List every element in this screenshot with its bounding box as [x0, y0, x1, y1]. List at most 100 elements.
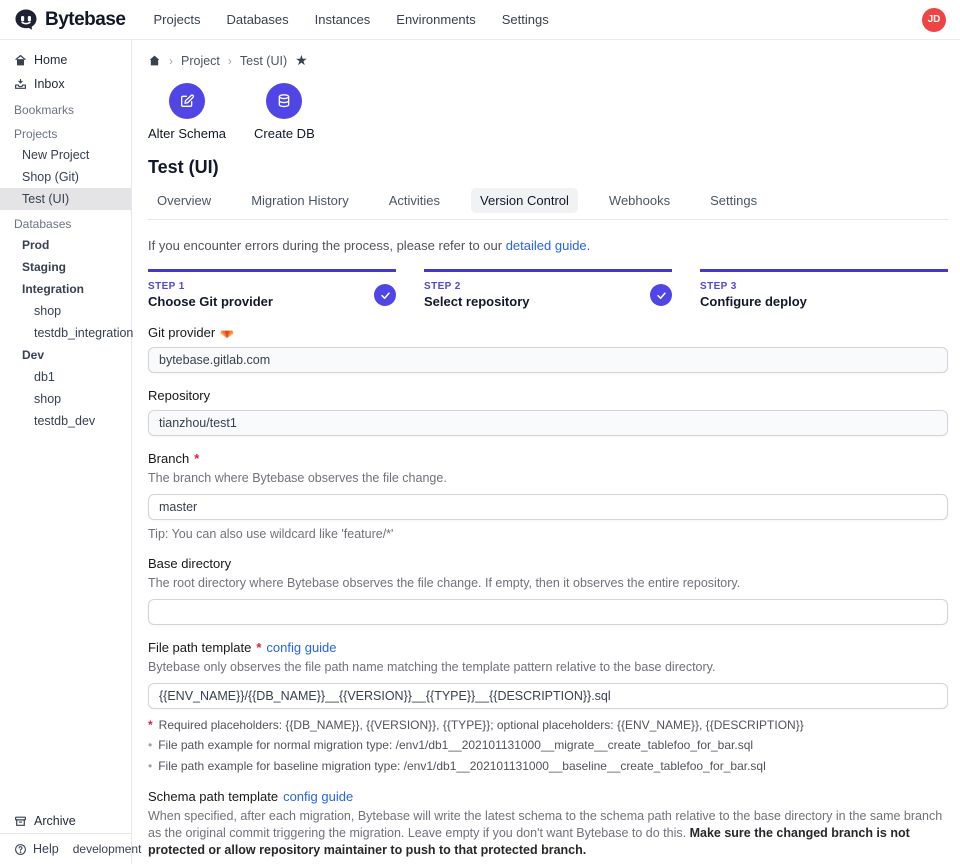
file-path-template-input[interactable] — [148, 683, 948, 709]
repository-group: Repository — [148, 388, 948, 436]
branch-label: Branch — [148, 451, 189, 466]
bytebase-logo[interactable]: Bytebase — [14, 8, 126, 32]
sidebar-item-home[interactable]: Home — [0, 48, 131, 72]
nav-link-environments[interactable]: Environments — [396, 12, 475, 27]
branch-tip: Tip: You can also use wildcard like 'fea… — [148, 527, 948, 541]
breadcrumb-project[interactable]: Project — [181, 54, 220, 68]
sidebar-home-label: Home — [34, 53, 67, 67]
sidebar-db-testdb-dev[interactable]: testdb_dev — [0, 410, 131, 432]
file-path-notes: * Required placeholders: {{DB_NAME}}, {{V… — [148, 718, 948, 775]
file-path-note-required: Required placeholders: {{DB_NAME}}, {{VE… — [159, 718, 804, 734]
file-path-template-label: File path template — [148, 640, 251, 655]
sidebar-env-dev[interactable]: Dev — [0, 344, 131, 366]
create-db-button[interactable]: Create DB — [254, 83, 315, 141]
base-directory-description: The root directory where Bytebase observ… — [148, 575, 948, 592]
sidebar-env-prod[interactable]: Prod — [0, 234, 131, 256]
note-marker: • — [148, 759, 152, 775]
sidebar-db-shop-dev[interactable]: shop — [0, 388, 131, 410]
tab-overview[interactable]: Overview — [148, 188, 220, 213]
version-control-form: Git provider Repository — [148, 325, 948, 864]
bytebase-logo-icon — [14, 8, 38, 32]
sidebar-help-bar: Help development — [0, 833, 131, 864]
tab-migration-history[interactable]: Migration History — [242, 188, 358, 213]
schema-path-template-group: Schema path template config guide When s… — [148, 789, 948, 864]
nav-link-projects[interactable]: Projects — [154, 12, 201, 27]
repository-input[interactable] — [148, 410, 948, 436]
sidebar-db-db1[interactable]: db1 — [0, 366, 131, 388]
project-tabs: Overview Migration History Activities Ve… — [148, 188, 948, 220]
step-3-eyebrow: STEP 3 — [700, 281, 807, 292]
sidebar-section-databases: Databases — [0, 210, 131, 234]
sidebar: Home Inbox Bookmarks Projects New Projec… — [0, 40, 132, 864]
file-path-config-guide-link[interactable]: config guide — [266, 640, 336, 655]
step-1-check-icon — [374, 284, 396, 306]
sidebar-item-inbox[interactable]: Inbox — [0, 72, 131, 96]
note-marker: • — [148, 738, 152, 754]
tab-settings[interactable]: Settings — [701, 188, 766, 213]
breadcrumb-separator: › — [228, 54, 232, 68]
step-2-check-icon — [650, 284, 672, 306]
sidebar-env-staging[interactable]: Staging — [0, 256, 131, 278]
create-db-label: Create DB — [254, 126, 315, 141]
sidebar-db-testdb-integration[interactable]: testdb_integration — [0, 322, 131, 344]
nav-link-databases[interactable]: Databases — [226, 12, 288, 27]
breadcrumb-home-icon[interactable] — [148, 54, 161, 67]
file-path-template-description: Bytebase only observes the file path nam… — [148, 659, 948, 676]
tab-version-control[interactable]: Version Control — [471, 188, 578, 213]
sidebar-item-shop-git[interactable]: Shop (Git) — [0, 166, 131, 188]
archive-icon — [14, 815, 27, 828]
detailed-guide-link[interactable]: detailed guide — [506, 238, 587, 253]
alter-schema-button[interactable]: Alter Schema — [148, 83, 226, 141]
sidebar-item-archive[interactable]: Archive — [0, 809, 131, 833]
alter-schema-label: Alter Schema — [148, 126, 226, 141]
inbox-icon — [14, 78, 27, 91]
nav-link-instances[interactable]: Instances — [315, 12, 371, 27]
help-label: Help — [33, 842, 59, 856]
branch-required-mark: * — [194, 451, 199, 466]
file-path-note-baseline-example: File path example for baseline migration… — [158, 759, 766, 775]
top-navbar: Bytebase Projects Databases Instances En… — [0, 0, 960, 40]
step-1-eyebrow: STEP 1 — [148, 281, 273, 292]
step-3-title: Configure deploy — [700, 294, 807, 309]
git-provider-input[interactable] — [148, 347, 948, 373]
setup-steps: STEP 1 Choose Git provider STEP 2 Select… — [148, 269, 948, 309]
note-marker: * — [148, 718, 153, 734]
brand-name: Bytebase — [45, 9, 126, 31]
alter-schema-icon — [169, 83, 205, 119]
sidebar-item-test-ui[interactable]: Test (UI) — [0, 188, 131, 210]
base-directory-input[interactable] — [148, 599, 948, 625]
sidebar-env-integration[interactable]: Integration — [0, 278, 131, 300]
quick-actions: Alter Schema Create DB — [148, 83, 948, 141]
tab-activities[interactable]: Activities — [380, 188, 449, 213]
help-icon — [14, 843, 27, 856]
favorite-star-icon[interactable]: ★ — [295, 52, 308, 69]
tab-webhooks[interactable]: Webhooks — [600, 188, 679, 213]
error-help-notice: If you encounter errors during the proce… — [148, 238, 948, 253]
step-2-eyebrow: STEP 2 — [424, 281, 530, 292]
sidebar-section-projects: Projects — [0, 120, 131, 144]
main-content: › Project › Test (UI) ★ Alter Schema Cre… — [132, 40, 960, 864]
branch-input[interactable] — [148, 494, 948, 520]
file-path-required-mark: * — [256, 640, 261, 655]
notice-text: If you encounter errors during the proce… — [148, 238, 506, 253]
home-icon — [14, 54, 27, 67]
help-button[interactable]: Help — [14, 842, 59, 856]
sidebar-inbox-label: Inbox — [34, 77, 65, 91]
sidebar-item-new-project[interactable]: New Project — [0, 144, 131, 166]
step-1-title: Choose Git provider — [148, 294, 273, 309]
git-provider-label: Git provider — [148, 325, 215, 340]
nav-links: Projects Databases Instances Environment… — [154, 12, 923, 27]
nav-link-settings[interactable]: Settings — [502, 12, 549, 27]
user-avatar[interactable]: JD — [922, 8, 946, 32]
breadcrumb-current[interactable]: Test (UI) — [240, 54, 287, 68]
sidebar-archive-label: Archive — [34, 814, 76, 828]
base-directory-label: Base directory — [148, 556, 231, 571]
notice-suffix: . — [587, 238, 591, 253]
breadcrumb: › Project › Test (UI) ★ — [148, 52, 948, 69]
sidebar-db-shop-integration[interactable]: shop — [0, 300, 131, 322]
schema-path-template-description: When specified, after each migration, By… — [148, 808, 948, 859]
schema-path-config-guide-link[interactable]: config guide — [283, 789, 353, 804]
file-path-template-group: File path template * config guide Byteba… — [148, 640, 948, 775]
base-directory-group: Base directory The root directory where … — [148, 556, 948, 625]
page-title: Test (UI) — [148, 157, 948, 178]
